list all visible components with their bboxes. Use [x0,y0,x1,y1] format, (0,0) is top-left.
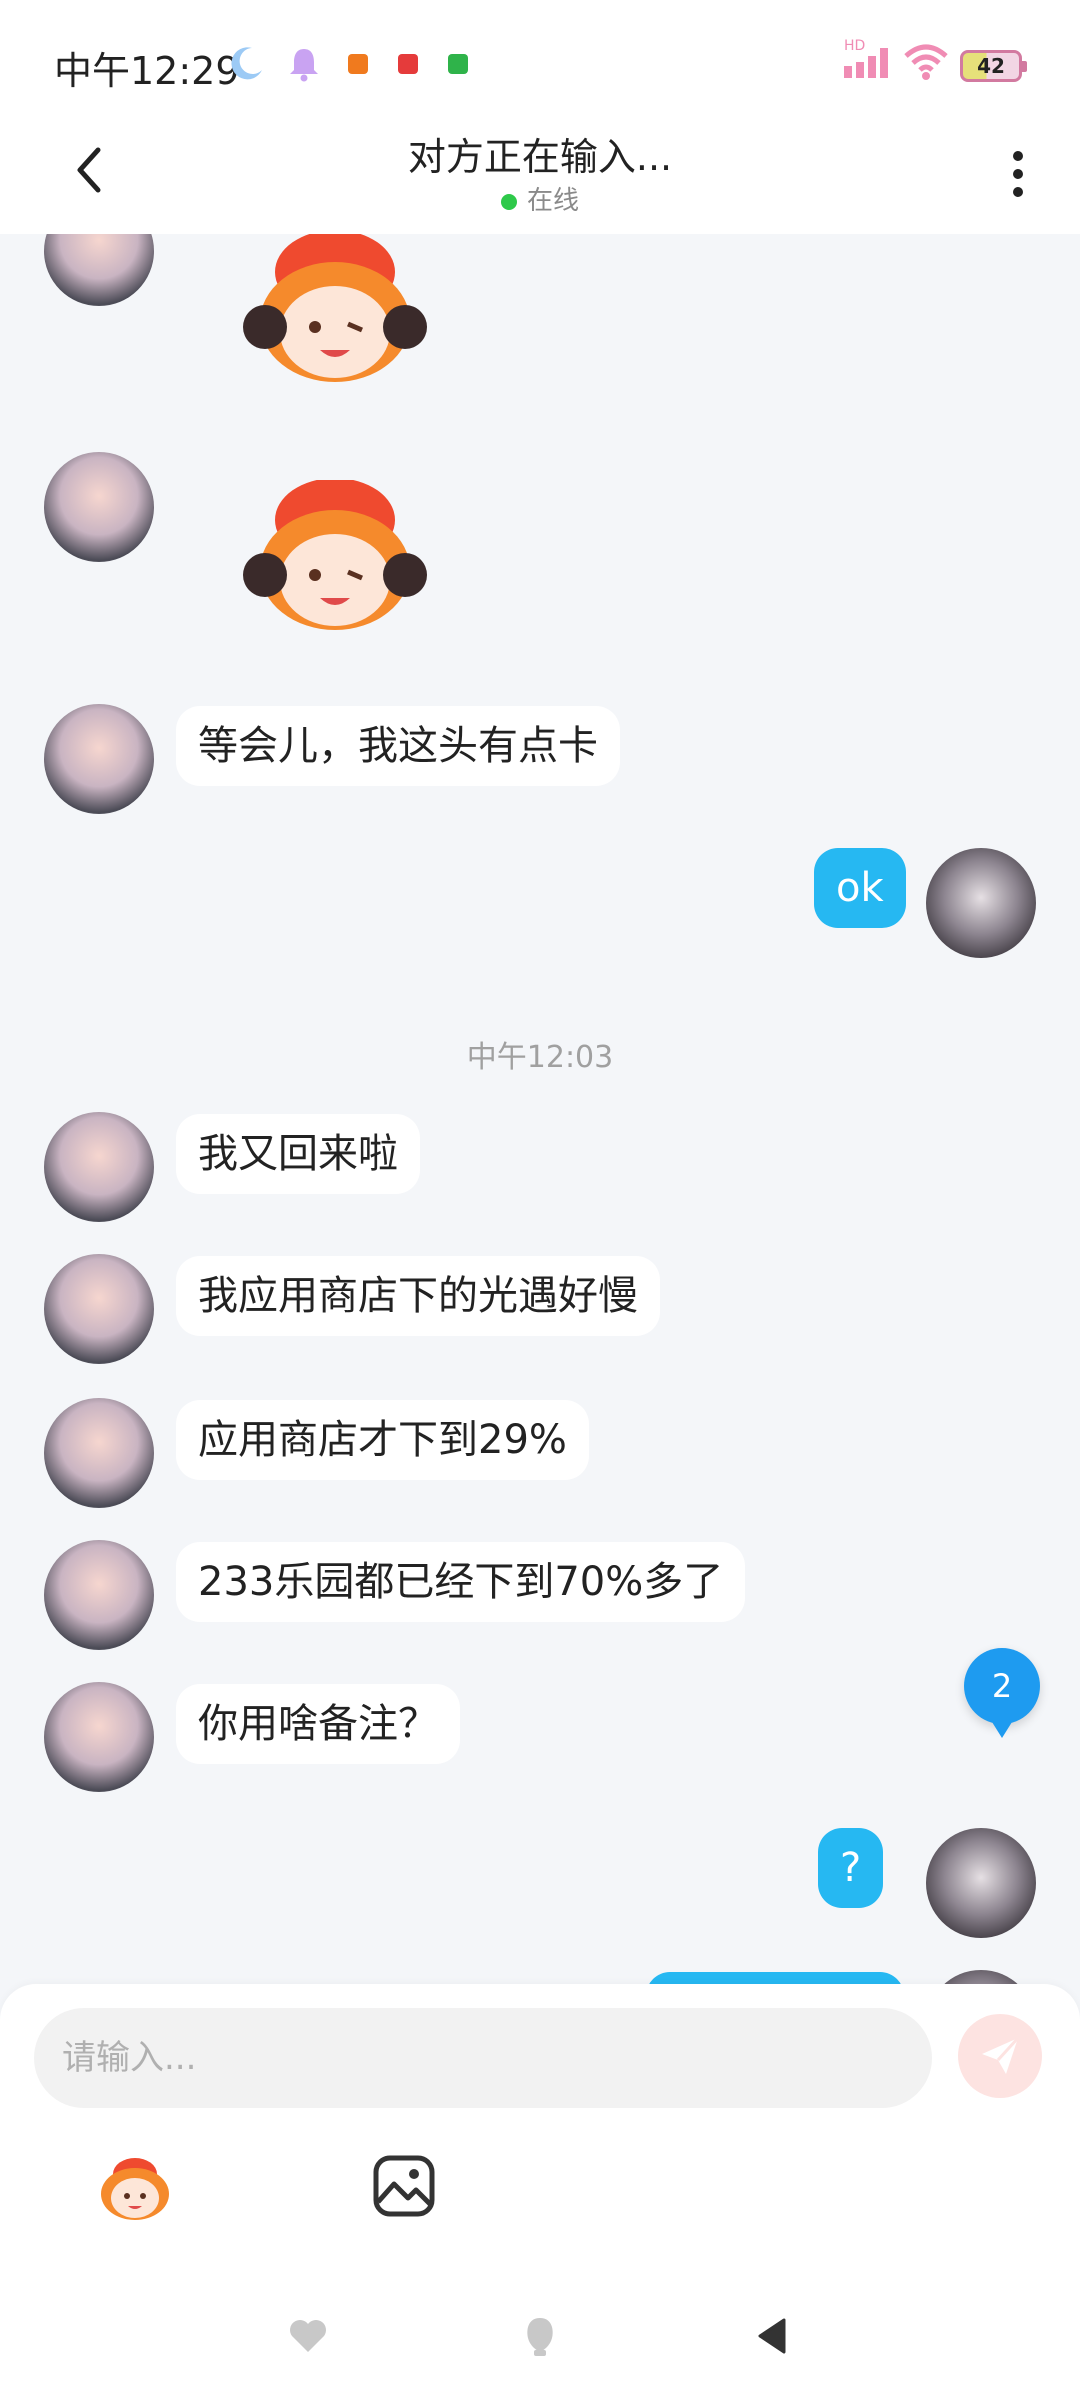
message-bubble-incoming[interactable]: 233乐园都已经下到70%多了 [176,1542,746,1622]
app-notification-icon [398,54,418,74]
phone-notification-icon [448,54,468,74]
battery-indicator: 42 [960,50,1027,82]
unread-badge[interactable]: 2 [964,1648,1040,1738]
online-status: 在线 [0,180,1080,217]
message-bubble-incoming[interactable]: 我应用商店下的光遇好慢 [176,1256,660,1336]
my-avatar[interactable] [926,1828,1036,1938]
hd-label: HD [844,38,865,54]
message-bubble-incoming[interactable]: 等会儿，我这头有点卡 [176,706,620,786]
nav-back-button[interactable] [752,2314,796,2358]
contact-avatar[interactable] [44,1254,154,1364]
my-avatar[interactable] [926,848,1036,958]
bell-icon [290,49,318,82]
contact-avatar[interactable] [44,1112,154,1222]
chat-header: 对方正在输入... 在线 [0,120,1080,234]
status-time: 中午12:29 [54,49,240,93]
send-button[interactable] [958,2014,1042,2098]
message-bubble-outgoing[interactable]: ok [814,848,906,928]
contact-avatar[interactable] [44,704,154,814]
sticker-image[interactable] [230,480,440,640]
contact-avatar[interactable] [44,1398,154,1508]
message-list[interactable]: 等会儿，我这头有点卡 ok 中午12:03 我又回来啦 我应用商店下的光遇好慢 … [0,234,1080,1986]
contact-avatar[interactable] [44,1540,154,1650]
contact-avatar[interactable] [44,452,154,562]
status-bar: 中午12:29 HD 42 [0,0,1080,120]
message-input[interactable] [34,2008,932,2108]
contact-avatar[interactable] [44,234,154,306]
message-bubble-outgoing[interactable]: ? [818,1828,884,1908]
message-bubble-incoming[interactable]: 你用啥备注？ [176,1684,460,1764]
wifi-icon [904,44,948,80]
nav-home-button[interactable] [518,2314,562,2358]
contact-avatar[interactable] [44,1682,154,1792]
moon-icon [231,47,262,80]
message-bubble-incoming[interactable]: 我又回来啦 [176,1114,420,1194]
online-dot [500,193,517,210]
nav-heart-button[interactable] [286,2314,330,2358]
message-bubble-incoming[interactable]: 应用商店才下到29% [176,1400,589,1480]
sticker-image[interactable] [230,234,440,392]
chat-screen: 中午12:29 HD 42 对方正在输入... 在线 等会儿，我这头有点卡 ok… [0,0,1080,2400]
online-status-text: 在线 [526,186,579,216]
more-options-button[interactable] [998,144,1038,204]
sticker-face-icon[interactable] [96,2154,174,2224]
send-icon [982,2036,1020,2074]
app-notification-icon [348,54,368,74]
time-divider: 中午12:03 [466,1040,614,1075]
chat-title: 对方正在输入... [407,135,673,179]
signal-icon: HD [844,38,888,78]
image-icon[interactable] [372,2154,436,2218]
